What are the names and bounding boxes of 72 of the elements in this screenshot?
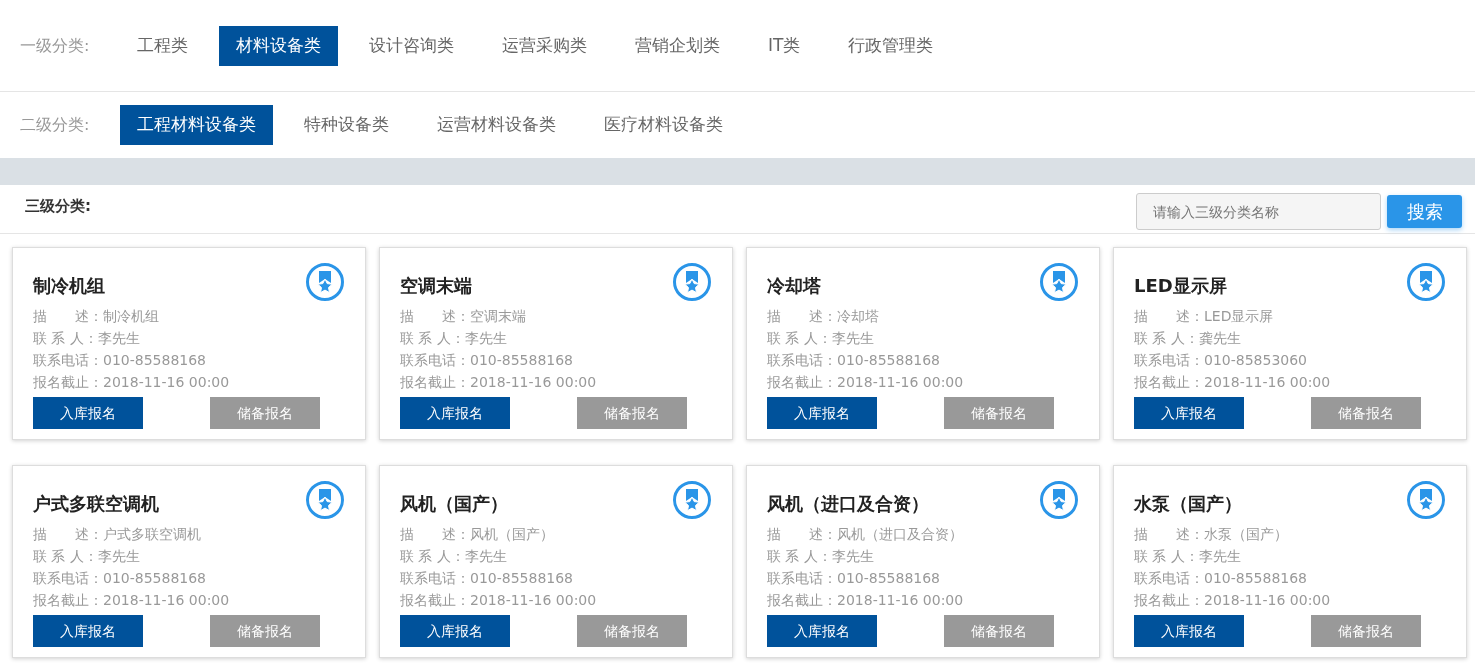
category-label: 一级分类: [20, 34, 91, 57]
card-detail: 联系电话：010-85588168 [33, 351, 208, 370]
category-tab[interactable]: 运营采购类 [485, 25, 604, 66]
signup-button[interactable]: 入库报名 [400, 397, 510, 429]
card-title: LED显示屏 [1134, 274, 1227, 298]
card-detail: 联 系 人：李先生 [33, 329, 141, 348]
medal-icon [1406, 262, 1446, 302]
card-detail: 联 系 人：李先生 [1134, 547, 1242, 566]
card-detail: 联系电话：010-85588168 [1134, 569, 1309, 588]
card-detail: 联 系 人：李先生 [400, 547, 508, 566]
medal-icon [672, 262, 712, 302]
card-detail: 描 述：LED显示屏 [1134, 307, 1275, 326]
card-detail: 报名截止：2018-11-16 00:00 [1134, 591, 1332, 610]
card-detail: 描 述：空调末端 [400, 307, 527, 326]
category-tab[interactable]: IT类 [751, 25, 818, 66]
card-title: 户式多联空调机 [33, 492, 159, 516]
category-tab[interactable]: 行政管理类 [831, 25, 951, 66]
card-detail: 报名截止：2018-11-16 00:00 [767, 373, 965, 392]
signup-button[interactable]: 入库报名 [1134, 397, 1244, 429]
category-label: 三级分类: [25, 196, 91, 217]
card-detail: 报名截止：2018-11-16 00:00 [1134, 373, 1332, 392]
medal-icon [1039, 262, 1079, 302]
card-title: 风机（进口及合资） [767, 492, 929, 516]
category-tab[interactable]: 设计咨询类 [352, 25, 471, 66]
card-detail: 联系电话：010-85853060 [1134, 351, 1309, 370]
category-tab[interactable]: 运营材料设备类 [420, 105, 573, 145]
card-detail: 报名截止：2018-11-16 00:00 [400, 591, 598, 610]
card-detail: 联 系 人：李先生 [767, 547, 875, 566]
category-tab[interactable]: 材料设备类 [219, 25, 338, 66]
card-detail: 报名截止：2018-11-16 00:00 [767, 591, 965, 610]
signup-button[interactable]: 入库报名 [767, 397, 877, 429]
signup-button[interactable]: 入库报名 [1134, 615, 1244, 647]
medal-icon [1406, 480, 1446, 520]
signup-button[interactable]: 入库报名 [767, 615, 877, 647]
card-title: 风机（国产） [400, 492, 508, 516]
card-detail: 描 述：水泵（国产） [1134, 525, 1289, 544]
card-detail: 联 系 人：李先生 [33, 547, 141, 566]
signup-button[interactable]: 入库报名 [33, 615, 143, 647]
card-detail: 联系电话：010-85588168 [400, 569, 575, 588]
card-detail: 报名截止：2018-11-16 00:00 [400, 373, 598, 392]
card-detail: 联系电话：010-85588168 [400, 351, 575, 370]
medal-icon [1039, 480, 1079, 520]
medal-icon [305, 262, 345, 302]
search-button[interactable]: 搜索 [1387, 195, 1462, 228]
card-detail: 联系电话：010-85588168 [767, 569, 942, 588]
signup-button[interactable]: 入库报名 [400, 615, 510, 647]
card-title: 冷却塔 [767, 274, 821, 298]
card-detail: 描 述：风机（进口及合资） [767, 525, 964, 544]
card-detail: 描 述：户式多联空调机 [33, 525, 202, 544]
category-tab[interactable]: 特种设备类 [287, 105, 406, 145]
card-detail: 联系电话：010-85588168 [767, 351, 942, 370]
card-detail: 描 述：制冷机组 [33, 307, 160, 326]
signup-button[interactable]: 入库报名 [33, 397, 143, 429]
medal-icon [672, 480, 712, 520]
card-detail: 联 系 人：李先生 [400, 329, 508, 348]
card-detail: 联 系 人：龚先生 [1134, 329, 1242, 348]
card-detail: 描 述：风机（国产） [400, 525, 555, 544]
card-detail: 联 系 人：李先生 [767, 329, 875, 348]
category-tab[interactable]: 营销企划类 [618, 25, 737, 66]
category-label: 二级分类: [20, 114, 91, 136]
card-title: 水泵（国产） [1134, 492, 1242, 516]
card-detail: 描 述：冷却塔 [767, 307, 880, 326]
card-detail: 联系电话：010-85588168 [33, 569, 208, 588]
card-detail: 报名截止：2018-11-16 00:00 [33, 373, 231, 392]
category-tab[interactable]: 工程类 [120, 25, 205, 66]
search-field[interactable]: 请输入三级分类名称 [1136, 193, 1381, 230]
category-tab[interactable]: 工程材料设备类 [120, 105, 273, 145]
category-tab[interactable]: 医疗材料设备类 [587, 105, 740, 145]
card-title: 制冷机组 [33, 274, 105, 298]
medal-icon [305, 480, 345, 520]
card-detail: 报名截止：2018-11-16 00:00 [33, 591, 231, 610]
card-title: 空调末端 [400, 274, 472, 298]
